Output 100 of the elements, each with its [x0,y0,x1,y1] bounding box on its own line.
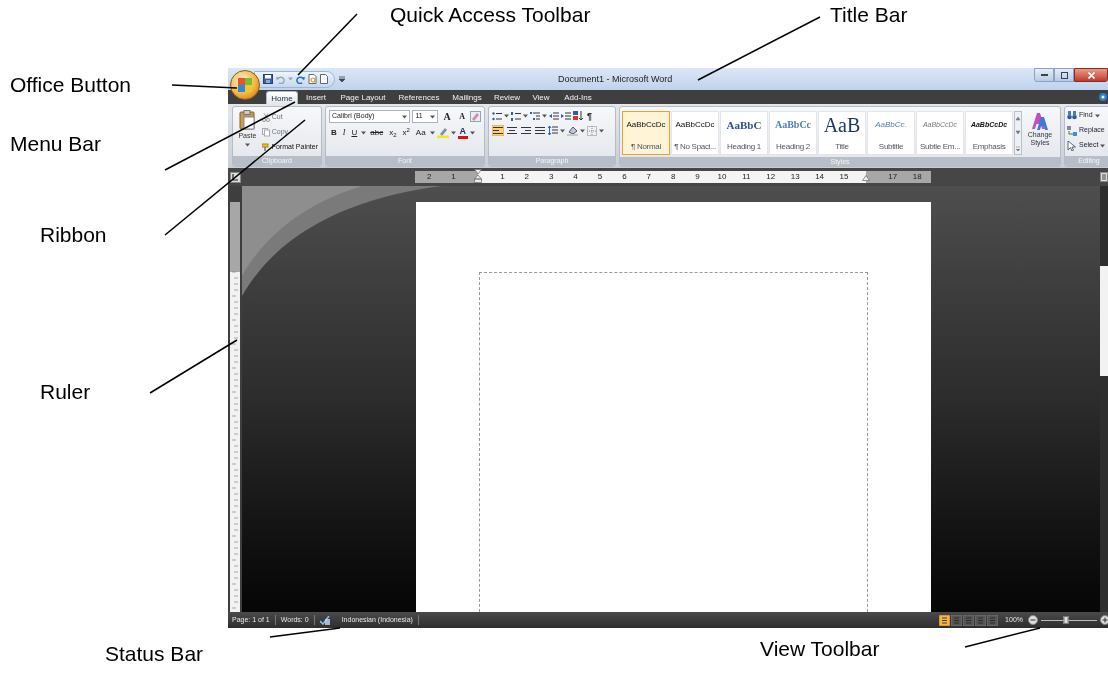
ruler-number: 4 [573,172,578,182]
zoom-slider[interactable] [1041,615,1097,625]
zoom-slider-thumb[interactable] [1063,616,1069,624]
minimize-button[interactable] [1034,68,1054,82]
view-ruler-icon[interactable] [1100,172,1108,182]
menu-tab[interactable]: Page Layout [334,91,392,104]
menu-tab[interactable]: Mailings [446,91,488,104]
caret-icon[interactable] [504,114,509,118]
justify-icon[interactable] [534,125,546,136]
align-center-icon[interactable] [506,125,518,136]
replace-icon [1067,125,1077,136]
style-item[interactable]: AaBbC Heading 1 [720,111,768,155]
caret-icon[interactable] [1094,113,1100,118]
shading-icon[interactable] [567,125,578,136]
callout-label: Title Bar [830,4,908,25]
proofing-icon[interactable] [319,615,330,625]
help-icon[interactable] [1099,93,1107,101]
draft-icon[interactable] [987,614,999,626]
callout-label: View Toolbar [760,638,880,659]
font-color-button[interactable]: A [457,126,468,139]
ruler-number: 6 [622,172,627,182]
style-item[interactable]: AaBbCc. Subtitle [867,111,915,155]
underline-button[interactable]: U [349,126,360,139]
italic-button[interactable]: I [340,126,348,139]
line-spacing-icon[interactable] [548,126,558,135]
style-item[interactable]: AaBbCcDc ¶ Normal [622,111,670,155]
caret-icon[interactable] [450,130,456,135]
caret-icon[interactable] [429,130,435,135]
leader-line [269,627,341,638]
align-right-icon[interactable] [520,125,532,136]
style-item[interactable]: AaBbCcDc ¶ No Spaci... [671,111,719,155]
customize-toolbar-icon[interactable] [339,76,345,82]
menu-tab[interactable]: Review [490,91,524,104]
web-layout-icon[interactable] [963,614,975,626]
caret-icon[interactable] [1100,143,1106,148]
zoom-in-icon[interactable] [1100,615,1108,625]
copy-icon [261,128,270,137]
ruler-number: 9 [695,172,700,182]
shrink-font-button[interactable]: A [456,110,468,123]
callout-label: Status Bar [105,643,204,664]
cursor-arrow-icon [1067,140,1077,151]
leader-line [171,84,238,89]
zoom-out-icon[interactable] [1028,615,1038,625]
redo-icon[interactable] [296,74,305,84]
gallery-scroll-icon[interactable] [1014,111,1022,155]
style-item[interactable]: AaB Title [818,111,866,155]
superscript-button[interactable]: x$^{2}$ [400,126,412,139]
tab-selector-icon[interactable] [230,171,241,183]
change-case-button[interactable]: Aa [413,126,428,139]
print-preview-icon[interactable] [308,74,317,84]
restore-icon [1060,71,1068,79]
vertical-scrollbar[interactable] [1100,186,1108,612]
caret-icon[interactable] [402,114,408,119]
leader-line [297,13,358,76]
highlighter-icon[interactable] [436,127,449,138]
show-formatting-marks-button[interactable]: ¶ [585,110,594,122]
subscript-button[interactable]: x$_{2}$ [387,126,399,139]
menu-tab[interactable]: References [394,91,444,104]
caret-icon[interactable] [580,128,585,133]
caret-icon[interactable] [244,142,250,147]
maximize-button[interactable] [1054,68,1074,82]
style-item[interactable]: AaBbCc Heading 2 [769,111,817,155]
clipboard-icon [239,110,256,130]
save-icon[interactable] [263,74,273,84]
menu-tab[interactable]: Home [266,91,298,104]
indent-marker-icon[interactable] [474,169,482,183]
office-logo-icon [237,77,253,93]
ruler-number: 12 [766,172,776,182]
caret-icon[interactable] [469,130,475,135]
caret-icon[interactable] [430,114,436,119]
sort-icon[interactable] [573,111,583,121]
caret-icon[interactable] [560,128,565,133]
decrease-indent-icon[interactable] [549,111,559,121]
ruler-number: 15 [839,172,849,182]
numbered-list-icon[interactable] [511,111,521,121]
new-document-icon[interactable] [320,74,328,84]
grow-font-button[interactable]: A [440,110,455,123]
print-layout-icon[interactable] [939,614,951,626]
right-indent-marker-icon[interactable] [862,175,870,181]
ruler-number: 7 [646,172,651,182]
increase-indent-icon[interactable] [561,111,571,121]
multilevel-list-icon[interactable] [530,111,540,121]
caret-icon[interactable] [542,114,547,118]
ruler-number: 13 [790,172,800,182]
caret-icon[interactable] [361,130,367,135]
outline-icon[interactable] [975,614,987,626]
callout-label: Ruler [40,381,91,402]
ruler-number: 2 [524,172,529,182]
close-button[interactable] [1074,68,1108,82]
align-left-icon[interactable] [492,125,504,136]
ruler-number: 14 [815,172,825,182]
caret-icon[interactable] [599,128,604,133]
bullet-list-icon[interactable] [492,111,502,121]
menu-tab[interactable]: Add-Ins [558,91,598,104]
menu-tab[interactable]: Insert [300,91,332,104]
caret-icon[interactable] [523,114,528,118]
menu-tab[interactable]: View [526,91,556,104]
strikethrough-button[interactable]: abc [368,126,386,139]
ruler-number: 10 [717,172,727,182]
bold-button[interactable]: B [329,126,339,139]
